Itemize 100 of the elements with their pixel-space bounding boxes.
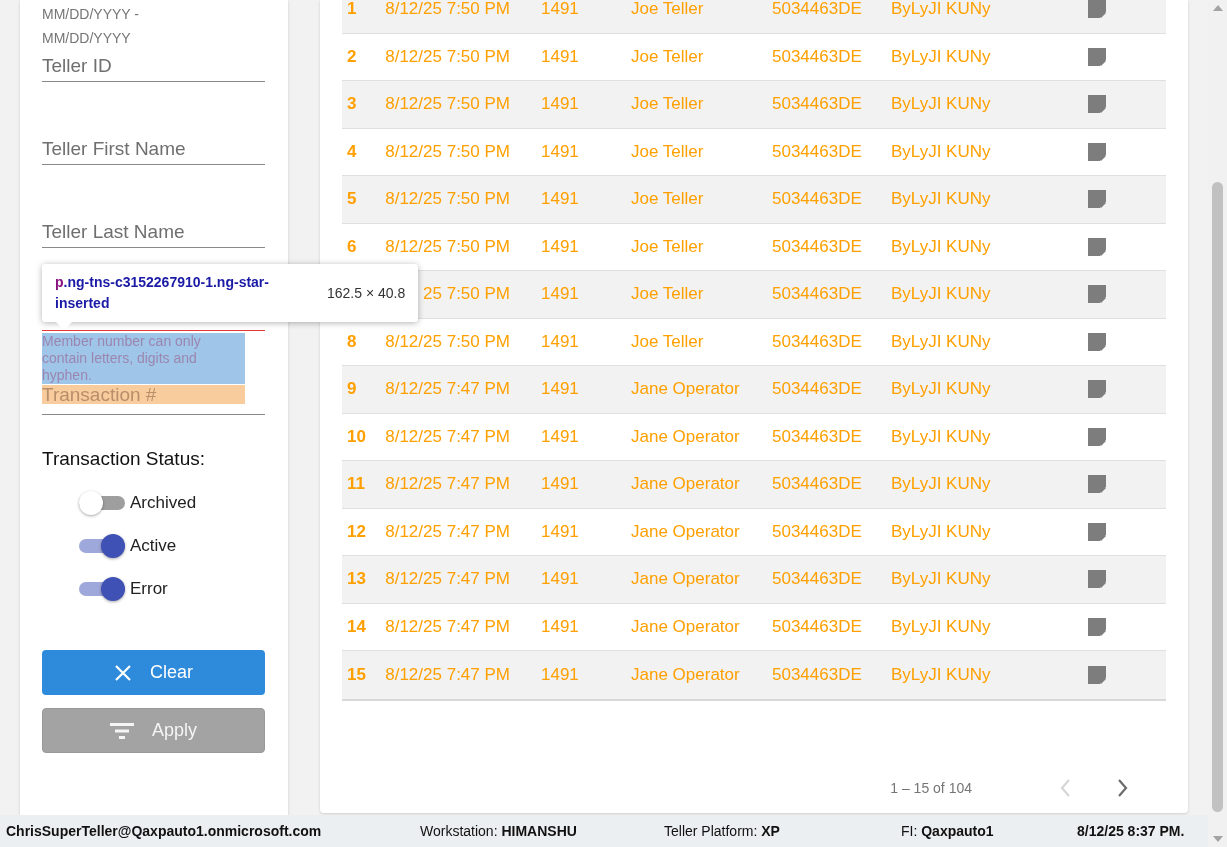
date-range-field[interactable]: MM/DD/YYYY - MM/DD/YYYY [42, 2, 152, 50]
note-icon[interactable] [1087, 616, 1107, 637]
element-size: 162.5 × 40.8 [327, 285, 406, 301]
table-cell: 1491 [541, 284, 579, 305]
note-icon[interactable] [1087, 521, 1107, 542]
note-icon[interactable] [1087, 46, 1107, 67]
table-cell: 8/12/25 7:47 PM [385, 474, 510, 495]
note-icon[interactable] [1087, 189, 1107, 210]
table-cell: 8/12/25 7:50 PM [385, 46, 510, 67]
note-icon[interactable] [1087, 426, 1107, 447]
table-cell: Jane Operator [631, 569, 740, 590]
row-number: 13 [346, 569, 366, 590]
table-cell: ByLyJI KUNy [891, 426, 991, 447]
table-cell: ByLyJI KUNy [891, 474, 991, 495]
error-message: Member number can only contain letters, digits and hyphen. [42, 333, 245, 384]
table-cell: Jane Operator [631, 664, 740, 685]
row-number: 2 [346, 46, 357, 67]
table-cell: 5034463DE [772, 616, 862, 637]
table-cell: Joe Teller [631, 0, 704, 20]
table-cell: 1491 [541, 189, 579, 210]
table-cell: ByLyJI KUNy [891, 569, 991, 590]
note-icon[interactable] [1087, 284, 1107, 305]
table-cell: 1491 [541, 94, 579, 115]
table-cell: 25 7:50 PM [423, 284, 510, 305]
scroll-up-icon[interactable] [1212, 5, 1223, 11]
table-cell: 8/12/25 7:50 PM [385, 189, 510, 210]
note-icon[interactable] [1087, 236, 1107, 257]
input-field[interactable]: Teller Last Name [42, 216, 265, 248]
note-icon[interactable] [1087, 94, 1107, 115]
table-cell: ByLyJI KUNy [891, 94, 991, 115]
status-item: Workstation: HIMANSHU [420, 823, 578, 839]
row-number: 11 [346, 474, 365, 495]
status-item: FI: Qaxpauto1 [901, 823, 995, 839]
table-cell: 5034463DE [772, 141, 862, 162]
table-cell: 1491 [541, 141, 579, 162]
toggle-label: Error [130, 578, 168, 599]
scrollbar-thumb[interactable] [1212, 182, 1223, 812]
table-cell: 5034463DE [772, 94, 862, 115]
table-cell: ByLyJI KUNy [891, 189, 991, 210]
note-icon[interactable] [1087, 474, 1107, 495]
table-cell: 5034463DE [772, 331, 862, 352]
table-cell: 8/12/25 7:47 PM [385, 521, 510, 542]
table-cell: 1491 [541, 616, 579, 637]
table-cell: 1491 [541, 474, 579, 495]
table-cell: 5034463DE [772, 46, 862, 67]
table-cell: ByLyJI KUNy [891, 46, 991, 67]
row-number: 5 [346, 189, 357, 210]
table-cell: 5034463DE [772, 474, 862, 495]
table-cell: Jane Operator [631, 379, 740, 400]
clear-button[interactable]: Clear [42, 650, 265, 695]
table-cell: 5034463DE [772, 379, 862, 400]
page-range: 1 – 15 of 104 [890, 779, 972, 796]
table-cell: Joe Teller [631, 189, 704, 210]
note-icon[interactable] [1087, 379, 1107, 400]
input-field[interactable]: Teller ID [42, 50, 265, 82]
table-cell: 8/12/25 7:47 PM [385, 569, 510, 590]
table-cell: 5034463DE [772, 284, 862, 305]
toggle-switch[interactable] [79, 533, 125, 558]
filter-icon [110, 722, 134, 739]
row-number: 6 [346, 236, 357, 257]
user-email: ChrisSuperTeller@Qaxpauto1.onmicrosoft.com [6, 823, 323, 839]
status-heading: Transaction Status: [42, 448, 205, 470]
note-icon[interactable] [1087, 331, 1107, 352]
table-cell: Joe Teller [631, 331, 704, 352]
toggle-label: Archived [130, 492, 197, 513]
scroll-down-icon[interactable] [1212, 836, 1223, 842]
row-number: 1 [346, 0, 357, 20]
table-cell: 5034463DE [772, 521, 862, 542]
row-number: 10 [346, 426, 366, 447]
row-number: 12 [346, 521, 366, 542]
toggle-switch[interactable] [79, 576, 125, 601]
table-cell: Joe Teller [631, 236, 704, 257]
table-cell: 1491 [541, 46, 579, 67]
table-cell: 1491 [541, 379, 579, 400]
table-cell: 5034463DE [772, 0, 862, 20]
row-number: 9 [346, 379, 357, 400]
note-icon[interactable] [1087, 664, 1107, 685]
note-icon[interactable] [1087, 141, 1107, 162]
table-cell: 8/12/25 7:47 PM [385, 426, 510, 447]
note-icon[interactable] [1087, 0, 1107, 20]
table-cell: Jane Operator [631, 474, 740, 495]
table-cell: ByLyJI KUNy [891, 331, 991, 352]
note-icon[interactable] [1087, 569, 1107, 590]
element-selector: p.ng-tns-c3152267910-1.ng-star-inserted [55, 273, 270, 313]
chevron-left-icon [1059, 777, 1072, 798]
table-cell: ByLyJI KUNy [891, 0, 991, 20]
table-cell: 8/12/25 7:50 PM [385, 94, 510, 115]
table-cell: ByLyJI KUNy [891, 616, 991, 637]
table-cell: 1491 [541, 331, 579, 352]
table-cell: 8/12/25 7:47 PM [385, 664, 510, 685]
input-field[interactable]: Transaction # [42, 384, 265, 415]
row-number: 3 [346, 94, 357, 115]
row-number: 15 [346, 664, 366, 685]
row-number: 8 [346, 331, 357, 352]
input-field[interactable]: Teller First Name [42, 133, 265, 165]
table-cell: 5034463DE [772, 426, 862, 447]
toggle-switch[interactable] [79, 490, 125, 515]
table-cell: Joe Teller [631, 94, 704, 115]
table-cell: 8/12/25 7:50 PM [385, 331, 510, 352]
table-cell: 1491 [541, 426, 579, 447]
